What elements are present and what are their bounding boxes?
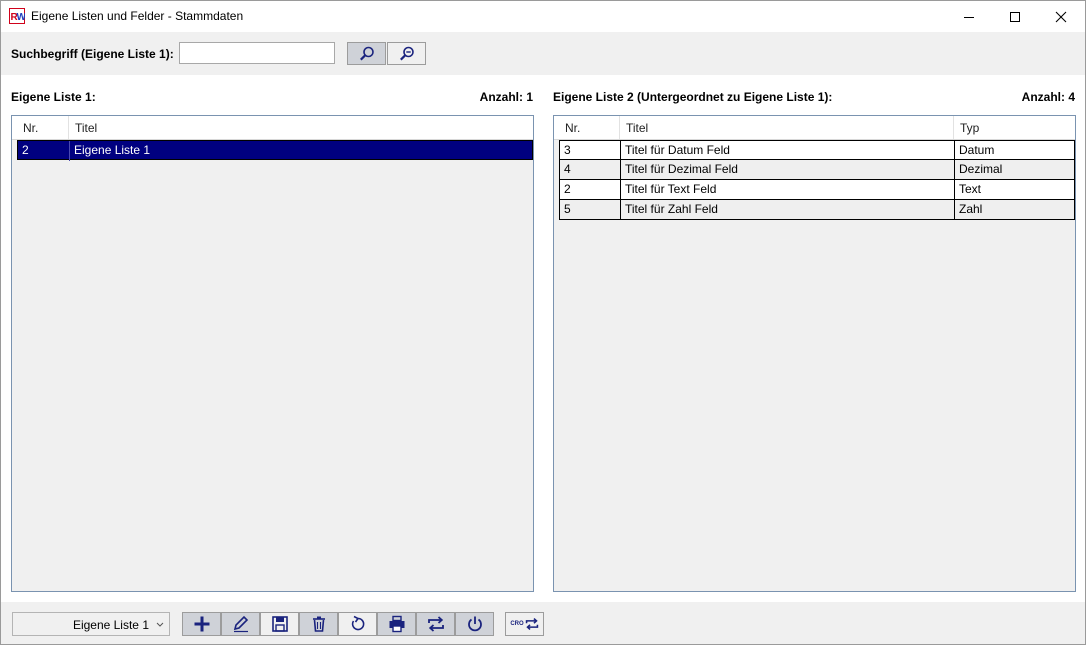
refresh-icon (351, 615, 364, 631)
svg-text:W: W (17, 12, 26, 23)
rw-app-icon: R W (9, 8, 25, 24)
right-panel-count: Anzahl: 4 (1021, 90, 1075, 104)
left-grid-header: Nr. Titel (12, 116, 533, 140)
cell-typ: Datum (959, 143, 995, 157)
cell-nr: 4 (560, 160, 621, 180)
refresh-button[interactable] (338, 612, 377, 636)
cro-label: CRO (510, 621, 524, 627)
exit-button[interactable] (455, 612, 494, 636)
print-button[interactable] (377, 612, 416, 636)
cro-switch-icon (525, 617, 538, 631)
clear-search-button[interactable] (387, 42, 426, 65)
cell-typ: Zahl (959, 202, 983, 216)
right-panel-title: Eigene Liste 2 (Untergeordnet zu Eigene … (553, 90, 833, 104)
maximize-icon (1010, 11, 1020, 22)
cell-titel: Eigene Liste 1 (74, 143, 151, 157)
right-grid[interactable]: Nr. Titel Typ 3 Titel für Datum Feld Dat… (553, 115, 1076, 592)
table-row[interactable]: 3 Titel für Datum Feld Datum (559, 140, 1075, 161)
cell-titel: Titel für Text Feld (621, 180, 955, 200)
cell-nr: 2 (18, 141, 70, 161)
print-icon (389, 615, 404, 633)
table-row[interactable]: 5 Titel für Zahl Feld Zahl (559, 200, 1075, 220)
close-icon (1055, 11, 1067, 22)
table-row[interactable]: 2 Eigene Liste 1 (17, 140, 533, 161)
left-panel-title: Eigene Liste 1: (11, 90, 96, 104)
minimize-button[interactable] (946, 1, 992, 32)
table-row[interactable]: 4 Titel für Dezimal Feld Dezimal (559, 160, 1075, 180)
column-header-nr[interactable]: Nr. (17, 116, 69, 139)
switch-button[interactable] (416, 612, 455, 636)
cell-titel: Titel für Zahl Feld (621, 200, 955, 220)
delete-button[interactable] (299, 612, 338, 636)
maximize-button[interactable] (992, 1, 1038, 32)
list-select[interactable]: Eigene Liste 1 (12, 612, 170, 636)
column-header-nr[interactable]: Nr. (559, 116, 620, 139)
cell-typ: Dezimal (959, 162, 1003, 176)
left-panel-count: Anzahl: 1 (479, 90, 533, 104)
cell-titel: Titel für Datum Feld (621, 141, 955, 161)
list-select-value: Eigene Liste 1 (72, 618, 149, 632)
search-label: Suchbegriff (Eigene Liste 1): (11, 47, 174, 61)
left-grid[interactable]: Nr. Titel 2 Eigene Liste 1 (11, 115, 534, 592)
close-button[interactable] (1038, 1, 1084, 32)
save-button[interactable] (260, 612, 299, 636)
minimize-icon (964, 16, 974, 18)
main-content: Eigene Liste 1: Anzahl: 1 Nr. Titel 2 Ei… (1, 75, 1085, 602)
main-window: R W Eigene Listen und Felder - Stammdate… (0, 0, 1086, 645)
bottom-toolbar: Eigene Liste 1 CRO (1, 602, 1085, 644)
cell-nr: 3 (560, 141, 621, 161)
column-header-titel[interactable]: Titel (620, 116, 954, 139)
search-bar: Suchbegriff (Eigene Liste 1): (1, 32, 1085, 75)
column-header-titel[interactable]: Titel (69, 116, 533, 139)
title-bar: R W Eigene Listen und Felder - Stammdate… (1, 1, 1085, 32)
edit-button[interactable] (221, 612, 260, 636)
add-button[interactable] (182, 612, 221, 636)
cro-switch-button[interactable]: CRO (505, 612, 544, 636)
switch-icon (427, 616, 444, 632)
cell-nr: 5 (560, 200, 621, 220)
search-input[interactable] (179, 42, 335, 64)
cell-titel: Titel für Dezimal Feld (621, 160, 955, 180)
cell-nr: 2 (560, 180, 621, 200)
search-button[interactable] (347, 42, 386, 65)
delete-icon (312, 616, 325, 632)
column-header-typ[interactable]: Typ (954, 116, 1075, 139)
window-title: Eigene Listen und Felder - Stammdaten (31, 9, 244, 23)
chevron-down-icon (156, 622, 164, 627)
search-minus-icon (399, 46, 414, 60)
save-icon (271, 616, 288, 632)
power-icon (467, 616, 482, 632)
cell-typ: Text (959, 182, 982, 196)
search-icon (359, 46, 374, 60)
right-grid-header: Nr. Titel Typ (554, 116, 1075, 140)
edit-icon (233, 615, 248, 633)
table-row[interactable]: 2 Titel für Text Feld Text (559, 180, 1075, 200)
add-icon (194, 616, 209, 632)
